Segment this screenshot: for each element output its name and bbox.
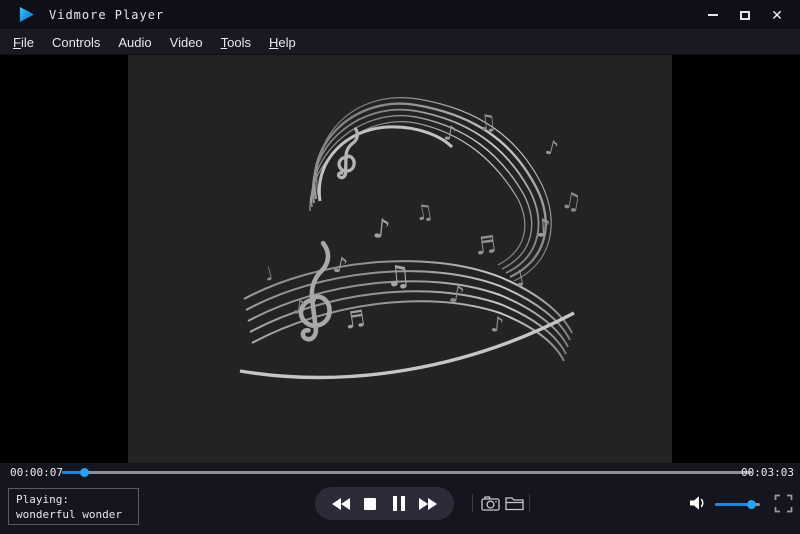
svg-text:♫: ♫ xyxy=(384,258,413,294)
volume-thumb[interactable] xyxy=(747,500,756,509)
seek-bar-fill xyxy=(62,471,84,474)
fast-forward-icon[interactable] xyxy=(417,494,439,514)
swirl-staff-lines xyxy=(310,98,551,281)
svg-text:♪: ♪ xyxy=(490,312,505,337)
music-artwork: ♪ ♫ ♪ ♫ ♪ ♫ ♪ ♬ ♪ ♫ ♪ ♩ ♪ ♬ ♪ ♩ xyxy=(238,81,578,381)
rewind-icon[interactable] xyxy=(330,494,352,514)
vidmore-player-window: Vidmore Player ✕ File Controls Audio Vid… xyxy=(0,0,800,534)
menu-help[interactable]: Help xyxy=(264,35,301,50)
svg-text:♪: ♪ xyxy=(371,213,391,246)
menu-tools[interactable]: Tools xyxy=(216,35,256,50)
svg-text:♩: ♩ xyxy=(262,263,275,285)
open-folder-icon[interactable] xyxy=(504,493,524,513)
elapsed-time: 00:00:07 xyxy=(10,466,63,479)
svg-text:♪: ♪ xyxy=(534,213,552,243)
svg-text:♩: ♩ xyxy=(512,266,527,293)
volume-slider-fill xyxy=(715,503,751,506)
control-bar: Playing: wonderful wonder xyxy=(0,481,800,534)
minimize-icon[interactable] xyxy=(702,4,724,26)
total-duration: 00:03:03 xyxy=(741,466,794,479)
now-playing-box: Playing: wonderful wonder xyxy=(8,488,139,525)
svg-text:♪: ♪ xyxy=(291,294,307,319)
window-controls: ✕ xyxy=(702,0,788,30)
music-notes: ♪ ♫ ♪ ♫ ♪ ♫ ♪ ♬ ♪ ♫ ♪ ♩ ♪ ♬ ♪ ♩ xyxy=(262,110,578,337)
divider-left xyxy=(472,494,473,512)
transport-controls xyxy=(315,487,454,520)
volume-icon[interactable] xyxy=(688,493,708,513)
close-icon[interactable]: ✕ xyxy=(766,4,788,26)
svg-text:♫: ♫ xyxy=(559,187,578,216)
seek-thumb[interactable] xyxy=(80,468,89,477)
stop-icon[interactable] xyxy=(359,494,381,514)
now-playing-label: Playing: xyxy=(16,492,131,507)
volume-slider[interactable] xyxy=(715,503,760,506)
svg-text:♪: ♪ xyxy=(442,120,458,146)
menu-audio[interactable]: Audio xyxy=(113,35,156,50)
window-title: Vidmore Player xyxy=(49,8,164,22)
video-stage: ♪ ♫ ♪ ♫ ♪ ♫ ♪ ♬ ♪ ♫ ♪ ♩ ♪ ♬ ♪ ♩ xyxy=(0,55,800,463)
progress-row: 00:00:07 00:03:03 xyxy=(0,463,800,481)
svg-text:♬: ♬ xyxy=(343,306,367,335)
app-logo-play-icon xyxy=(18,6,35,23)
svg-text:♪: ♪ xyxy=(543,135,561,161)
fullscreen-icon[interactable] xyxy=(773,493,793,513)
divider-right xyxy=(529,494,530,512)
menu-video[interactable]: Video xyxy=(165,35,208,50)
maximize-icon[interactable] xyxy=(734,4,756,26)
snapshot-camera-icon[interactable] xyxy=(480,493,500,513)
pause-icon[interactable] xyxy=(388,494,410,514)
title-bar: Vidmore Player ✕ xyxy=(0,0,800,30)
video-surface[interactable]: ♪ ♫ ♪ ♫ ♪ ♫ ♪ ♬ ♪ ♫ ♪ ♩ ♪ ♬ ♪ ♩ xyxy=(128,55,672,463)
svg-text:♫: ♫ xyxy=(413,199,436,226)
svg-text:♫: ♫ xyxy=(476,110,498,137)
menu-file[interactable]: File xyxy=(8,35,39,50)
menu-controls[interactable]: Controls xyxy=(47,35,105,50)
svg-text:♬: ♬ xyxy=(473,230,498,261)
now-playing-track: wonderful wonder xyxy=(16,507,131,522)
menu-bar: File Controls Audio Video Tools Help xyxy=(0,30,800,55)
seek-bar[interactable] xyxy=(62,471,752,474)
